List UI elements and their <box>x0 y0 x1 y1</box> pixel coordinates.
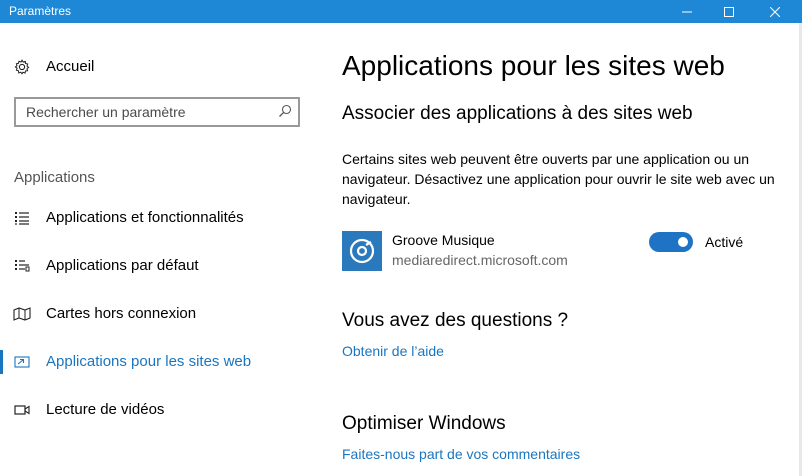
close-icon <box>770 6 780 17</box>
section-label-applications: Applications <box>14 169 95 186</box>
sidebar-item-default-apps[interactable]: Applications par défaut <box>0 248 322 284</box>
app-domain: mediaredirect.microsoft.com <box>392 252 568 268</box>
maximize-button[interactable] <box>706 0 752 23</box>
groove-music-icon <box>342 231 382 271</box>
help-link[interactable]: Obtenir de l’aide <box>342 343 444 359</box>
optimize-heading: Optimiser Windows <box>342 413 506 434</box>
sidebar-item-websites-apps[interactable]: Applications pour les sites web <box>0 344 322 380</box>
default-apps-icon <box>13 257 31 275</box>
sidebar-item-label: Lecture de vidéos <box>46 401 165 418</box>
minimize-button[interactable] <box>664 0 710 23</box>
questions-heading: Vous avez des questions ? <box>342 310 569 331</box>
window-title: Paramètres <box>9 4 72 18</box>
sidebar-item-label: Applications par défaut <box>46 257 199 274</box>
sidebar-item-video-playback[interactable]: Lecture de vidéos <box>0 392 322 428</box>
sidebar: Accueil Applications Applications et fon… <box>0 23 322 476</box>
toggle-knob <box>678 237 688 247</box>
feedback-link[interactable]: Faites-nous part de vos commentaires <box>342 446 580 462</box>
sidebar-item-label: Cartes hors connexion <box>46 305 197 322</box>
toggle-state-label: Activé <box>705 234 744 250</box>
minimize-icon <box>682 11 692 12</box>
search-box[interactable] <box>14 97 300 127</box>
maximize-icon <box>724 6 734 17</box>
title-bar: Paramètres <box>0 0 802 23</box>
list-icon <box>13 209 31 227</box>
sidebar-item-apps-features[interactable]: Applications et fonctionnalités <box>0 200 322 236</box>
video-icon <box>13 401 31 419</box>
open-in-icon <box>13 353 31 371</box>
sidebar-item-offline-maps[interactable]: Cartes hors connexion <box>0 296 322 332</box>
search-input[interactable] <box>16 99 276 125</box>
search-icon[interactable] <box>278 104 292 123</box>
description-text: Certains sites web peuvent être ouverts … <box>342 151 775 207</box>
map-icon <box>13 305 31 323</box>
section-heading: Associer des applications à des sites we… <box>342 103 693 124</box>
main-content: Applications pour les sites web Associer… <box>322 23 802 476</box>
app-name: Groove Musique <box>392 232 495 248</box>
sidebar-home-label: Accueil <box>46 58 95 75</box>
app-toggle-switch[interactable] <box>649 232 693 252</box>
gear-icon <box>13 58 31 76</box>
sidebar-item-label: Applications et fonctionnalités <box>46 209 244 226</box>
sidebar-item-home[interactable]: Accueil <box>0 49 322 85</box>
sidebar-item-label: Applications pour les sites web <box>46 353 252 370</box>
close-button[interactable] <box>752 0 798 23</box>
page-title: Applications pour les sites web <box>342 50 725 81</box>
